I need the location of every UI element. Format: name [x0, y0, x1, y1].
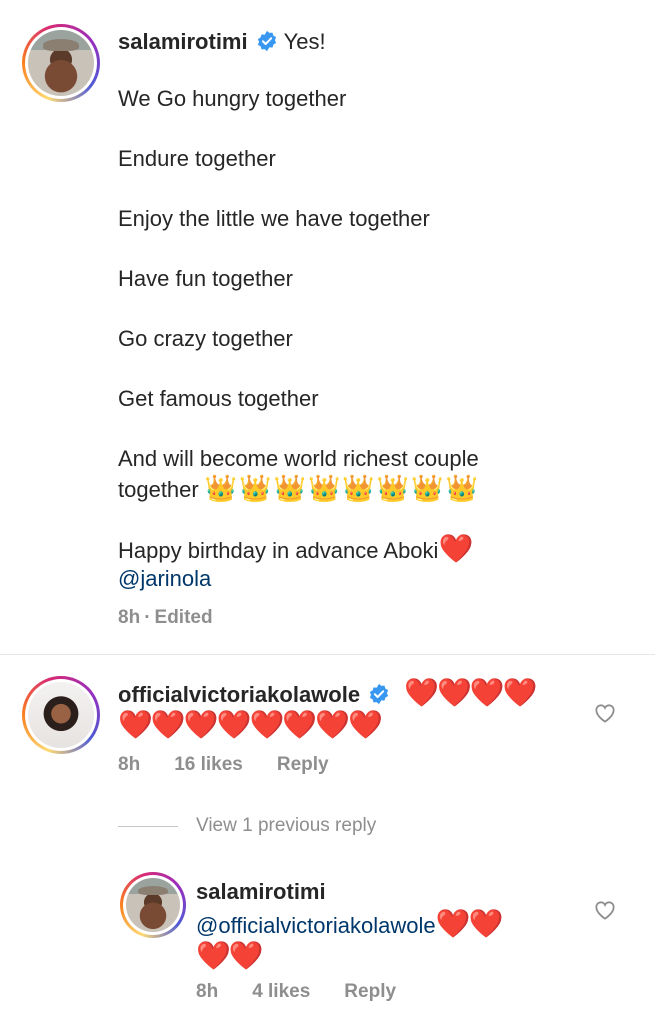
avatar-officialvictoriakolawole[interactable] [22, 676, 100, 754]
likes-count[interactable]: 16 likes [174, 754, 243, 775]
like-heart-icon[interactable] [594, 703, 616, 723]
comment-line: We Go hungry together [118, 86, 347, 111]
victoria-comment-meta: 8h 16 likes Reply [118, 754, 355, 776]
comment-line: Enjoy the little we have together [118, 206, 430, 231]
comment-line: Get famous together [118, 386, 319, 411]
avatar-salamirotimi[interactable] [22, 24, 100, 102]
meta-separator: · [144, 607, 151, 628]
victoria-hearts-line: ❤️❤️❤️❤️❤️❤️❤️❤️ [118, 708, 383, 741]
avatar-salamirotimi-reply[interactable] [120, 872, 186, 938]
comment-line-together: together 👑👑👑👑👑👑👑👑 [118, 474, 480, 505]
comment-birthday: Happy birthday in advance Aboki❤️ [118, 532, 473, 566]
hearts-emojis: ❤️❤️ [435, 907, 504, 940]
like-heart-icon[interactable] [594, 900, 616, 920]
reply-button[interactable]: Reply [277, 754, 329, 775]
verified-badge-icon [370, 683, 389, 705]
mention-jarinola[interactable]: @jarinola [118, 564, 211, 594]
victoria-comment-header: officialvictoriakolawole ❤️❤️❤️❤️ [118, 676, 538, 709]
view-replies-toggle[interactable]: View 1 previous reply [118, 815, 376, 837]
comment-divider [0, 654, 655, 655]
hearts-emojis: ❤️❤️❤️❤️ [404, 676, 537, 709]
replies-line [118, 826, 178, 828]
verified-badge-icon [257, 30, 276, 52]
crown-emojis: 👑👑👑👑👑👑👑👑 [204, 474, 480, 504]
edited-label: Edited [154, 607, 213, 628]
reply-button[interactable]: Reply [344, 981, 396, 1002]
birthday-text: Happy birthday in advance Aboki [118, 538, 439, 563]
comment-line: Have fun together [118, 266, 293, 291]
comment-line: Endure together [118, 146, 276, 171]
reply-comment-meta: 8h 4 likes Reply [196, 981, 422, 1003]
view-replies-label[interactable]: View 1 previous reply [196, 815, 376, 836]
heart-emoji: ❤️ [438, 532, 473, 565]
hearts-emojis: ❤️❤️ [196, 939, 264, 972]
username-salamirotimi[interactable]: salamirotimi [118, 29, 248, 54]
reply-hearts-line: ❤️❤️ [196, 939, 264, 972]
hearts-emojis: ❤️❤️❤️❤️❤️❤️❤️❤️ [118, 708, 383, 741]
reply-text-line: @officialvictoriakolawole❤️❤️ [196, 907, 504, 941]
main-comment-meta: 8h · Edited [118, 607, 239, 629]
comment-line: Go crazy together [118, 326, 293, 351]
main-comment-header: salamirotimi Yes! [118, 27, 326, 57]
username-salamirotimi-reply[interactable]: salamirotimi [196, 879, 326, 905]
comment-first-line: Yes! [283, 29, 326, 54]
comment-time: 8h [118, 607, 141, 628]
comment-time: 8h [196, 981, 219, 1002]
mention-officialvictoriakolawole[interactable]: @officialvictoriakolawole [196, 913, 436, 938]
comment-time: 8h [118, 754, 141, 775]
username-officialvictoriakolawole[interactable]: officialvictoriakolawole [118, 682, 360, 707]
likes-count[interactable]: 4 likes [252, 981, 310, 1002]
together-text: together [118, 477, 199, 502]
comment-line-couple: And will become world richest couple [118, 446, 479, 471]
